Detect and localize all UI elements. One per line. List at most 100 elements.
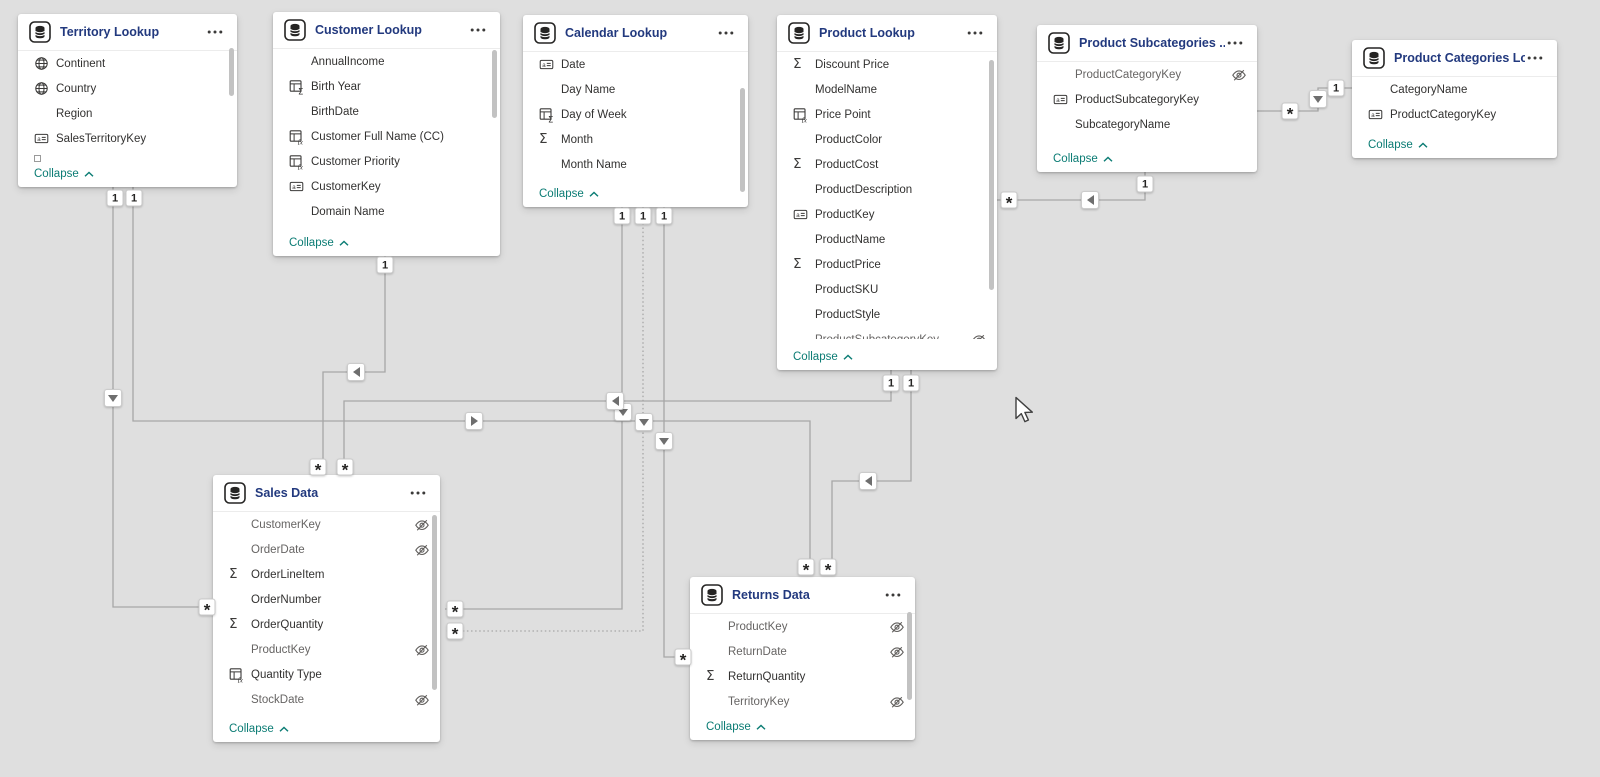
field-row-productkey[interactable]: a ProductKey xyxy=(777,202,997,227)
more-options-icon[interactable] xyxy=(883,591,903,599)
vertical-scrollbar[interactable] xyxy=(989,60,994,290)
field-row-customer-full-name-cc-[interactable]: fxCustomer Full Name (CC) xyxy=(273,124,500,149)
field-row-productcolor[interactable]: ProductColor xyxy=(777,127,997,152)
collapse-link[interactable]: Collapse xyxy=(1053,153,1113,165)
field-row-region[interactable]: Region xyxy=(18,101,237,126)
relationship-line-subcategories-to-product[interactable] xyxy=(997,172,1145,200)
field-row-birth-year[interactable]: ΣBirth Year xyxy=(273,74,500,99)
table-header[interactable]: Product Subcategories ... xyxy=(1037,25,1257,62)
vertical-scrollbar[interactable] xyxy=(229,48,234,96)
field-row-productcategorykey[interactable]: a ProductCategoryKey xyxy=(1352,102,1557,127)
more-options-icon[interactable] xyxy=(965,29,985,37)
field-row-customer-priority[interactable]: fxCustomer Priority xyxy=(273,149,500,174)
table-card-sales-data[interactable]: Sales Data CustomerKey OrderDate ΣOrderL… xyxy=(213,475,440,742)
collapse-link[interactable]: Collapse xyxy=(539,188,599,200)
more-options-icon[interactable] xyxy=(408,489,428,497)
hidden-eye-icon[interactable] xyxy=(414,642,430,658)
collapse-link[interactable]: Collapse xyxy=(229,723,289,735)
field-row-country[interactable]: Country xyxy=(18,76,237,101)
field-row-date[interactable]: a Date xyxy=(523,52,748,77)
vertical-scrollbar[interactable] xyxy=(492,50,497,118)
more-options-icon[interactable] xyxy=(468,26,488,34)
field-row-orderquantity[interactable]: ΣOrderQuantity xyxy=(213,612,440,637)
field-row-productsubcategorykey[interactable]: a ProductSubcategoryKey xyxy=(1037,87,1257,112)
table-card-product-subcategories[interactable]: Product Subcategories ... ProductCategor… xyxy=(1037,25,1257,172)
hidden-eye-icon[interactable] xyxy=(889,619,905,635)
collapse-link[interactable]: Collapse xyxy=(706,721,766,733)
more-options-icon[interactable] xyxy=(1525,54,1545,62)
field-row-productname[interactable]: ProductName xyxy=(777,227,997,252)
relationship-line-calendar-to-sales-orderdate[interactable] xyxy=(445,207,622,609)
table-card-calendar-lookup[interactable]: Calendar Lookup a DateDay Name ΣDay of W… xyxy=(523,15,748,207)
collapse-link[interactable]: Collapse xyxy=(34,168,94,180)
field-row-productstyle[interactable]: ProductStyle xyxy=(777,302,997,327)
collapse-link[interactable]: Collapse xyxy=(1368,139,1428,151)
table-header[interactable]: Product Lookup xyxy=(777,15,997,52)
hidden-eye-icon[interactable] xyxy=(889,644,905,660)
field-row-productsubcategorykey[interactable]: ProductSubcategoryKey xyxy=(777,327,997,339)
field-row-fragment[interactable] xyxy=(18,151,237,165)
field-row-customerkey[interactable]: CustomerKey xyxy=(213,512,440,537)
table-header[interactable]: Returns Data xyxy=(690,577,915,614)
vertical-scrollbar[interactable] xyxy=(740,88,745,192)
field-row-day-name[interactable]: Day Name xyxy=(523,77,748,102)
field-row-month-name[interactable]: Month Name xyxy=(523,152,748,177)
field-row-categoryname[interactable]: CategoryName xyxy=(1352,77,1557,102)
field-row-productkey[interactable]: ProductKey xyxy=(690,614,915,639)
more-options-icon[interactable] xyxy=(716,29,736,37)
hidden-eye-icon[interactable] xyxy=(889,694,905,710)
more-options-icon[interactable] xyxy=(205,28,225,36)
field-row-productcategorykey[interactable]: ProductCategoryKey xyxy=(1037,62,1257,87)
cardinality-one-badge: 1 xyxy=(656,208,673,225)
field-row-productdescription[interactable]: ProductDescription xyxy=(777,177,997,202)
field-row-month[interactable]: ΣMonth xyxy=(523,127,748,152)
field-row-continent[interactable]: Continent xyxy=(18,51,237,76)
field-row-stockdate[interactable]: StockDate xyxy=(213,687,440,712)
table-header[interactable]: Sales Data xyxy=(213,475,440,512)
table-card-product-lookup[interactable]: Product Lookup ΣDiscount PriceModelName … xyxy=(777,15,997,370)
field-row-territorykey[interactable]: TerritoryKey xyxy=(690,689,915,714)
field-row-orderdate[interactable]: OrderDate xyxy=(213,537,440,562)
hidden-eye-icon[interactable] xyxy=(414,517,430,533)
field-row-productcost[interactable]: ΣProductCost xyxy=(777,152,997,177)
table-header[interactable]: Product Categories Loo... xyxy=(1352,40,1557,77)
field-row-productprice[interactable]: ΣProductPrice xyxy=(777,252,997,277)
table-header[interactable]: Calendar Lookup xyxy=(523,15,748,52)
table-header[interactable]: Customer Lookup xyxy=(273,12,500,49)
field-row-birthdate[interactable]: BirthDate xyxy=(273,99,500,124)
hidden-eye-icon[interactable] xyxy=(414,692,430,708)
collapse-link[interactable]: Collapse xyxy=(289,237,349,249)
field-row-customerkey[interactable]: a CustomerKey xyxy=(273,174,500,199)
relationship-line-product-to-returns[interactable] xyxy=(832,370,911,570)
model-view-canvas[interactable]: Territory Lookup Continent CountryRegion… xyxy=(0,0,1600,777)
field-row-ordernumber[interactable]: OrderNumber xyxy=(213,587,440,612)
vertical-scrollbar[interactable] xyxy=(907,612,912,700)
field-row-annualincome[interactable]: AnnualIncome xyxy=(273,49,500,74)
field-row-returnquantity[interactable]: ΣReturnQuantity xyxy=(690,664,915,689)
more-options-icon[interactable] xyxy=(1225,39,1245,47)
chevron-up-icon xyxy=(1418,142,1428,149)
table-card-territory-lookup[interactable]: Territory Lookup Continent CountryRegion… xyxy=(18,14,237,187)
field-row-modelname[interactable]: ModelName xyxy=(777,77,997,102)
field-row-price-point[interactable]: fxPrice Point xyxy=(777,102,997,127)
hidden-eye-icon[interactable] xyxy=(1231,67,1247,83)
field-row-orderlineitem[interactable]: ΣOrderLineItem xyxy=(213,562,440,587)
hidden-eye-icon[interactable] xyxy=(971,332,987,340)
field-row-day-of-week[interactable]: ΣDay of Week xyxy=(523,102,748,127)
table-card-returns-data[interactable]: Returns Data ProductKey ReturnDate ΣRetu… xyxy=(690,577,915,740)
field-row-domain-name[interactable]: Domain Name xyxy=(273,199,500,224)
table-card-product-categories[interactable]: Product Categories Loo... CategoryName a… xyxy=(1352,40,1557,158)
field-row-subcategoryname[interactable]: SubcategoryName xyxy=(1037,112,1257,137)
field-row-productkey[interactable]: ProductKey xyxy=(213,637,440,662)
collapse-link[interactable]: Collapse xyxy=(793,351,853,363)
field-row-productsku[interactable]: ProductSKU xyxy=(777,277,997,302)
field-row-returndate[interactable]: ReturnDate xyxy=(690,639,915,664)
field-row-quantity-type[interactable]: fxQuantity Type xyxy=(213,662,440,687)
field-row-salesterritorykey[interactable]: a SalesTerritoryKey xyxy=(18,126,237,151)
table-card-customer-lookup[interactable]: Customer Lookup AnnualIncome ΣBirth Year… xyxy=(273,12,500,256)
field-row-discount-price[interactable]: ΣDiscount Price xyxy=(777,52,997,77)
hidden-eye-icon[interactable] xyxy=(414,542,430,558)
table-header[interactable]: Territory Lookup xyxy=(18,14,237,51)
relationship-line-territory-to-sales[interactable] xyxy=(113,187,206,607)
vertical-scrollbar[interactable] xyxy=(432,515,437,690)
